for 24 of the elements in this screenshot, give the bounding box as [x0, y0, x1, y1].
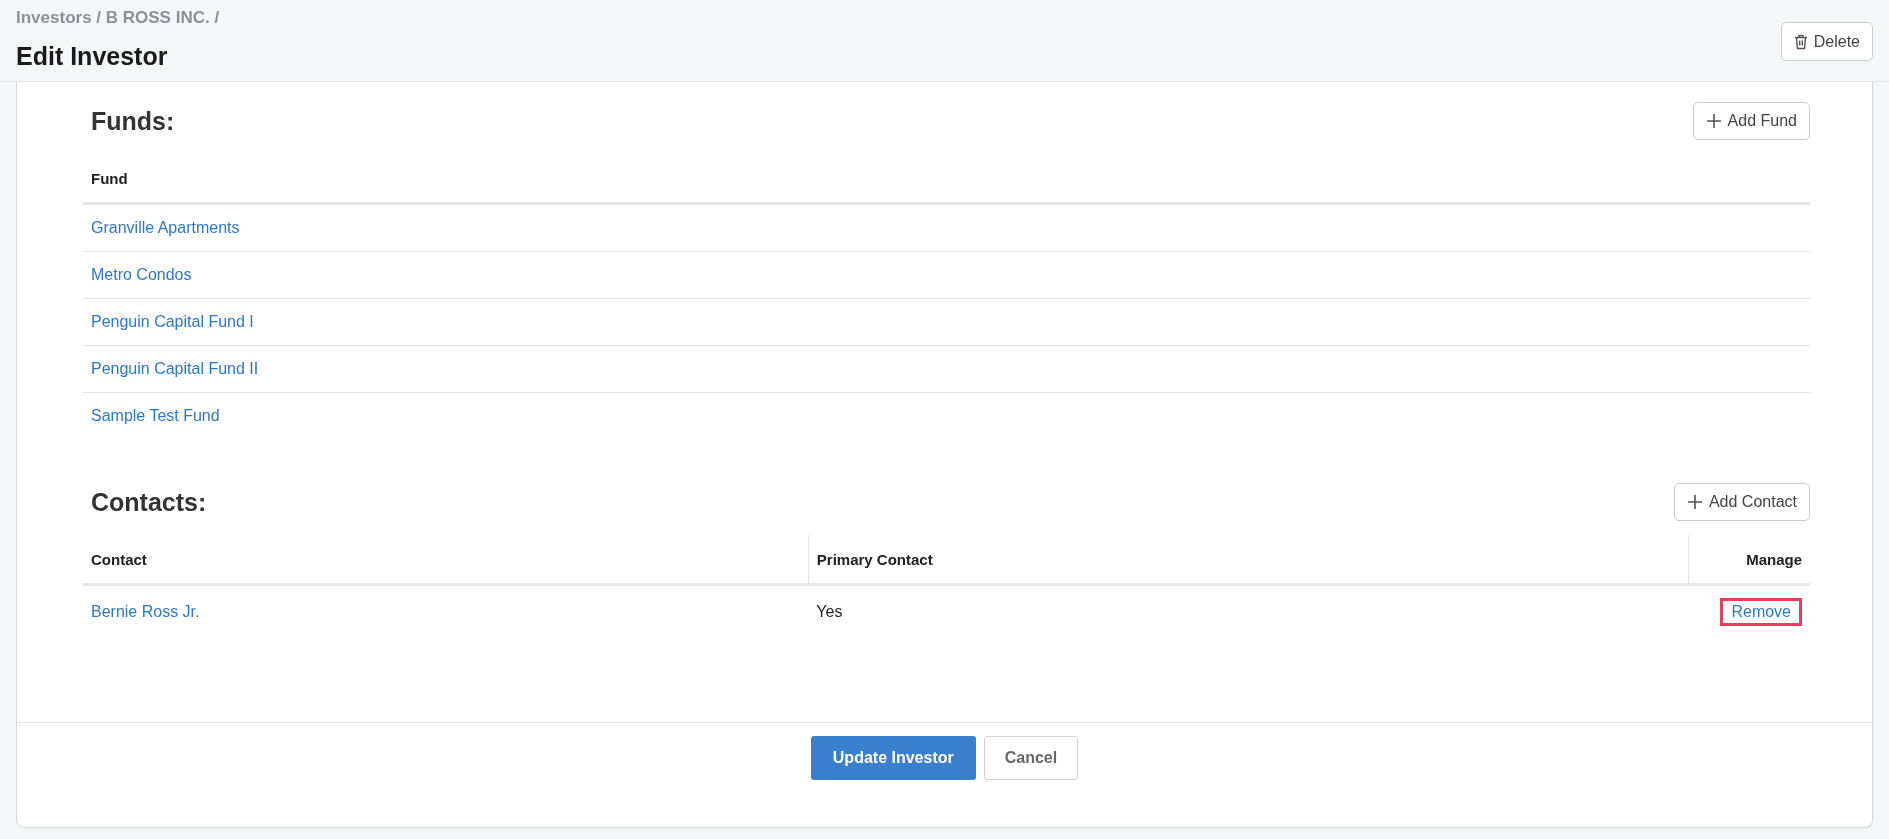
column-header: Contact — [83, 535, 809, 585]
delete-button[interactable]: Delete — [1780, 22, 1873, 61]
section-heading: Funds: — [91, 106, 175, 136]
page-title: Edit Investor — [16, 42, 169, 71]
fund-link[interactable]: Penguin Capital Fund I — [91, 313, 254, 330]
cancel-button[interactable]: Cancel — [983, 736, 1079, 780]
add-contact-button[interactable]: Add Contact — [1673, 483, 1810, 521]
section-heading: Contacts: — [91, 487, 207, 517]
add-fund-button[interactable]: Add Fund — [1692, 102, 1810, 140]
contact-link[interactable]: Bernie Ross Jr. — [91, 603, 200, 620]
column-header: Manage — [1688, 535, 1810, 585]
fund-link[interactable]: Sample Test Fund — [91, 407, 220, 424]
fund-link[interactable]: Granville Apartments — [91, 219, 240, 236]
fund-link[interactable]: Penguin Capital Fund II — [91, 360, 259, 377]
trash-icon — [1793, 33, 1808, 50]
breadcrumb: Investors / B ROSS INC. / — [16, 8, 220, 28]
remove-link[interactable]: Remove — [1720, 598, 1802, 626]
column-header: Primary Contact — [808, 535, 1689, 585]
fund-link[interactable]: Metro Condos — [91, 266, 192, 283]
update-investor-button[interactable]: Update Investor — [810, 736, 976, 780]
column-header: Fund — [83, 154, 1810, 204]
plus-icon — [1705, 113, 1722, 129]
plus-icon — [1686, 494, 1703, 510]
table-cell: Yes — [808, 584, 1689, 638]
